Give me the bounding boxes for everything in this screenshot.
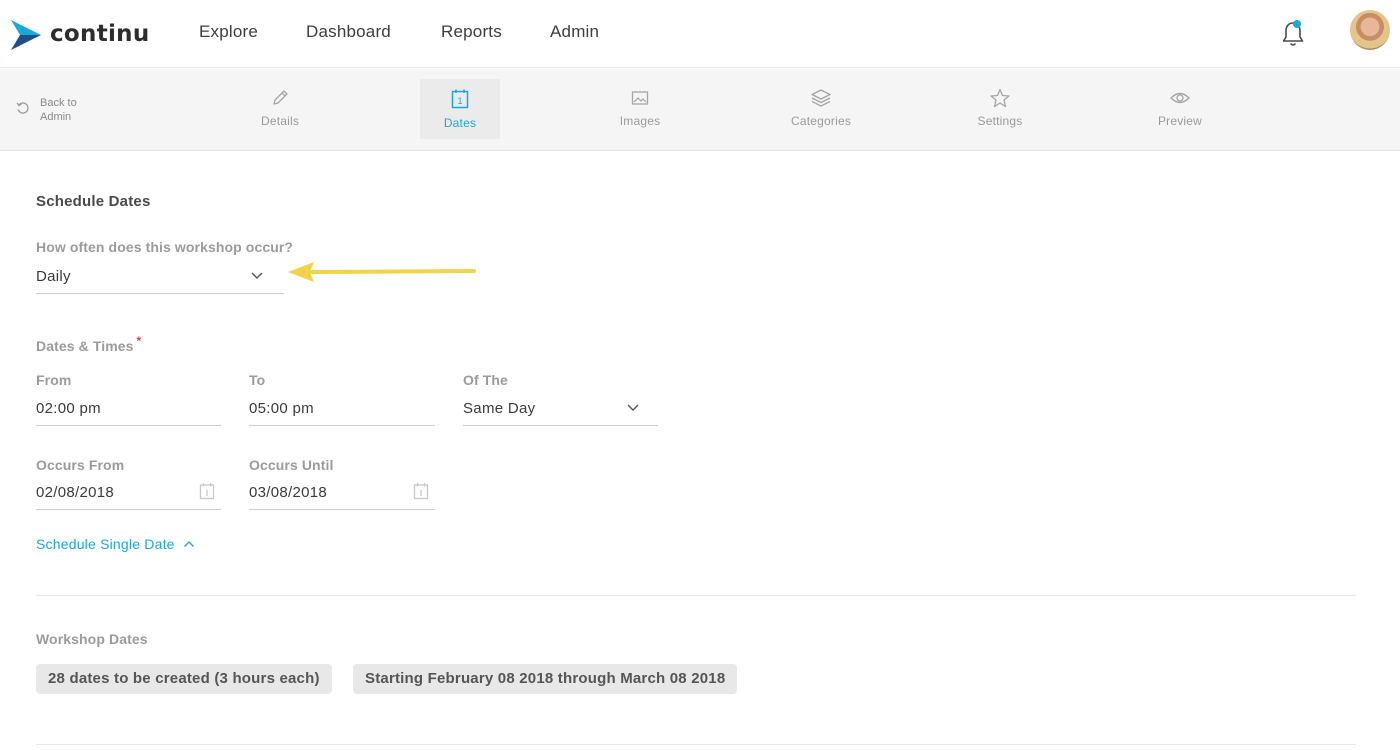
dates-times-text: Dates & Times — [36, 338, 134, 354]
chevron-down-icon — [251, 272, 263, 279]
dates-times-label: Dates & Times * — [36, 334, 141, 354]
annotation-arrow — [288, 262, 476, 282]
tab-label: Details — [260, 114, 300, 128]
from-time-value: 02:00 pm — [36, 400, 101, 417]
user-avatar[interactable] — [1350, 10, 1390, 50]
of-the-value: Same Day — [463, 400, 536, 417]
top-navigation: continu Explore Dashboard Reports Admin — [0, 0, 1400, 68]
brand-name: continu — [50, 21, 150, 47]
tab-preview[interactable]: Preview — [1140, 79, 1220, 139]
dates-count-badge: 28 dates to be created (3 hours each) — [36, 664, 332, 694]
calendar-icon: 1 — [451, 89, 469, 109]
nav-explore[interactable]: Explore — [199, 22, 258, 42]
pencil-icon — [273, 90, 288, 105]
editor-tabs-bar: Back to Admin Details 1 Dates Images Cat… — [0, 69, 1400, 151]
of-the-select[interactable]: Same Day — [463, 396, 658, 426]
chevron-up-icon — [183, 541, 194, 547]
required-mark: * — [136, 334, 142, 348]
schedule-single-date-label: Schedule Single Date — [36, 536, 175, 552]
tab-label: Preview — [1157, 114, 1203, 128]
svg-text:1: 1 — [457, 96, 462, 106]
back-label: Back to Admin — [40, 97, 77, 123]
occurs-until-value: 03/08/2018 — [249, 484, 328, 501]
schedule-single-date-link[interactable]: Schedule Single Date — [36, 536, 195, 552]
tab-images[interactable]: Images — [600, 79, 680, 139]
frequency-value: Daily — [36, 268, 71, 285]
occurs-until-label: Occurs Until — [249, 457, 334, 473]
nav-admin[interactable]: Admin — [550, 22, 599, 42]
to-label: To — [249, 372, 266, 388]
tab-label: Categories — [790, 114, 852, 128]
calendar-icon[interactable] — [199, 482, 215, 500]
tab-settings[interactable]: Settings — [960, 79, 1040, 139]
tab-dates[interactable]: 1 Dates — [420, 79, 500, 139]
nav-dashboard[interactable]: Dashboard — [306, 22, 391, 42]
date-range-badge: Starting February 08 2018 through March … — [353, 664, 738, 694]
workshop-dates-label: Workshop Dates — [36, 631, 148, 647]
undo-icon — [16, 102, 29, 114]
back-to-admin-button[interactable]: Back to Admin — [16, 96, 90, 124]
frequency-label: How often does this workshop occur? — [36, 239, 294, 255]
tab-details[interactable]: Details — [240, 79, 320, 139]
section-divider — [36, 595, 1356, 596]
schedule-dates-title: Schedule Dates — [36, 193, 151, 210]
of-the-label: Of The — [463, 372, 508, 388]
continu-logo[interactable]: continu — [10, 17, 150, 51]
to-time-input[interactable]: 05:00 pm — [249, 396, 435, 426]
notification-dot — [1293, 20, 1301, 28]
frequency-select[interactable]: Daily — [36, 264, 284, 294]
tab-label: Dates — [443, 116, 477, 130]
chevron-down-icon — [627, 404, 639, 411]
from-label: From — [36, 372, 72, 388]
occurs-until-input[interactable]: 03/08/2018 — [249, 480, 435, 510]
occurs-from-value: 02/08/2018 — [36, 484, 115, 501]
from-time-input[interactable]: 02:00 pm — [36, 396, 221, 426]
section-divider — [36, 744, 1356, 745]
layers-icon — [811, 89, 831, 107]
tab-label: Settings — [977, 114, 1023, 128]
image-icon — [631, 91, 649, 105]
tab-label: Images — [619, 114, 661, 128]
tab-categories[interactable]: Categories — [781, 79, 861, 139]
nav-reports[interactable]: Reports — [441, 22, 502, 42]
calendar-icon[interactable] — [413, 482, 429, 500]
to-time-value: 05:00 pm — [249, 400, 314, 417]
eye-icon — [1170, 92, 1190, 104]
occurs-from-input[interactable]: 02/08/2018 — [36, 480, 221, 510]
occurs-from-label: Occurs From — [36, 457, 125, 473]
star-icon — [990, 88, 1010, 108]
logo-arrow-icon — [11, 20, 41, 50]
